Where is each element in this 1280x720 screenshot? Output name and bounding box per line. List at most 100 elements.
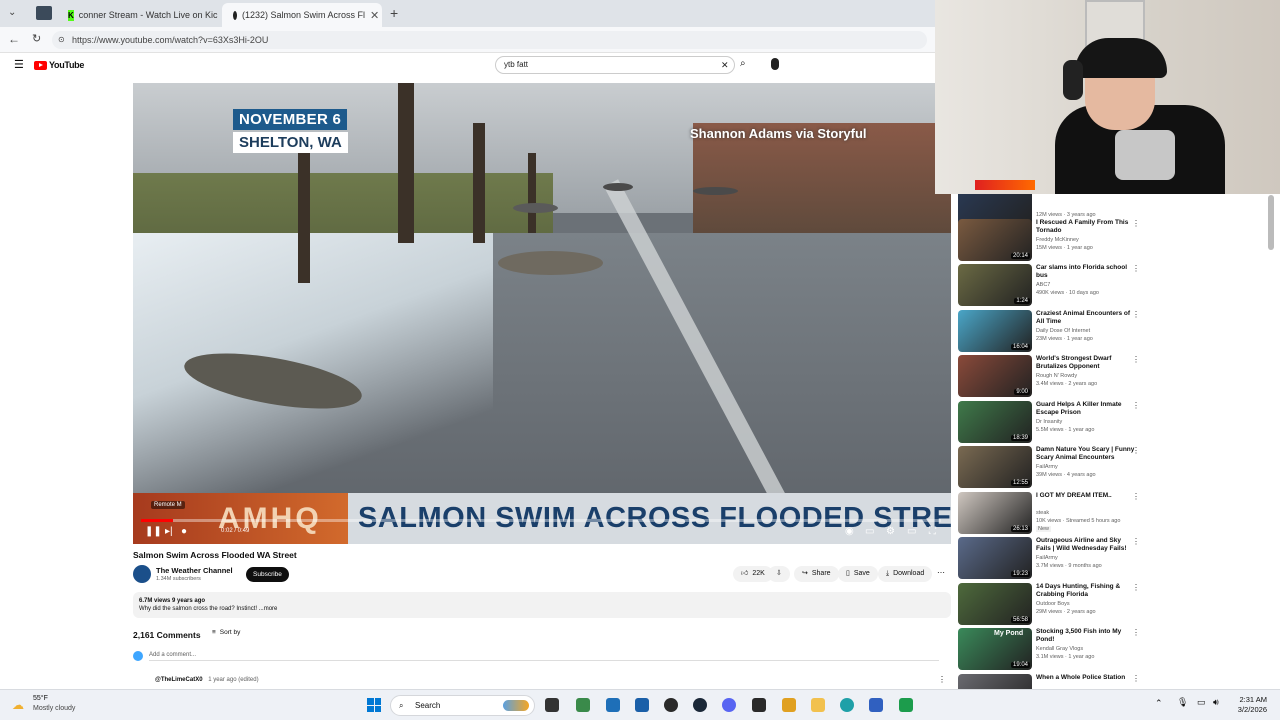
display-tray-icon[interactable]: ▭ xyxy=(1197,697,1206,708)
recommendation-title[interactable]: Outrageous Airline and Sky Fails | Wild … xyxy=(1036,537,1136,553)
add-comment-input[interactable]: Add a comment... xyxy=(149,652,939,661)
recommendation-channel[interactable]: steak xyxy=(1036,510,1049,516)
file-explorer-icon[interactable] xyxy=(811,698,825,712)
recommendation-channel[interactable]: Dr Insanity xyxy=(1036,419,1062,425)
autoplay-toggle[interactable]: ◉ xyxy=(845,526,854,537)
fullscreen-icon[interactable]: ⛶ xyxy=(929,526,936,537)
video-thumbnail[interactable]: 26:13 xyxy=(958,492,1032,534)
recommendation-channel[interactable]: Outdoor Boys xyxy=(1036,601,1070,607)
sidebar-scrollbar[interactable] xyxy=(1268,195,1274,250)
recommendation-item[interactable]: 16:04 Craziest Animal Encounters of All T… xyxy=(958,310,1148,354)
url-input[interactable]: ⊙ https://www.youtube.com/watch?v=63Xs3H… xyxy=(52,31,927,49)
more-options-icon[interactable]: ⋮ xyxy=(1132,355,1140,364)
video-thumbnail[interactable]: 1:24 xyxy=(958,264,1032,306)
save-button[interactable]: ▯ Save xyxy=(838,566,878,582)
channel-avatar[interactable] xyxy=(133,565,151,583)
next-icon[interactable]: ▸| xyxy=(165,526,173,537)
app-icon-1[interactable] xyxy=(576,698,590,712)
recommendation-item[interactable]: 12:55 Damn Nature You Scary | Funny Scary… xyxy=(958,446,1148,490)
description-box[interactable]: 6.7M views 9 years ago Why did the salmo… xyxy=(133,592,951,618)
more-options-icon[interactable]: ⋮ xyxy=(1132,264,1140,273)
app-icon-7[interactable] xyxy=(899,698,913,712)
clear-search-icon[interactable]: ✕ xyxy=(721,57,729,73)
subtitles-icon[interactable]: ▭ xyxy=(865,526,874,537)
youtube-logo[interactable]: YouTube xyxy=(34,60,84,70)
volume-icon[interactable]: ● xyxy=(181,526,187,537)
recommendation-item[interactable]: 56:58 14 Days Hunting, Fishing & Crabbing… xyxy=(958,583,1148,627)
video-thumbnail[interactable]: 56:58 xyxy=(958,583,1032,625)
app-icon-3[interactable] xyxy=(635,698,649,712)
more-options-icon[interactable]: ⋮ xyxy=(1132,446,1140,455)
app-icon-5[interactable] xyxy=(782,698,796,712)
menu-icon[interactable]: ☰ xyxy=(14,58,24,71)
recommendation-title[interactable]: Stocking 3,500 Fish into My Pond! xyxy=(1036,628,1136,644)
progress-bar[interactable] xyxy=(141,519,941,522)
recommendation-title[interactable]: 14 Days Hunting, Fishing & Crabbing Flor… xyxy=(1036,583,1136,599)
video-thumbnail[interactable]: 12:55 xyxy=(958,446,1032,488)
recommendation-channel[interactable]: Rough N' Rowdy xyxy=(1036,373,1077,379)
recommendation-item[interactable]: 19:23 Outrageous Airline and Sky Fails | … xyxy=(958,537,1148,581)
search-input[interactable]: ytb fatt ✕ xyxy=(495,56,735,74)
tab-kick-stream[interactable]: K conner Stream - Watch Live on Kic ✕ xyxy=(62,3,220,27)
clock-time[interactable]: 2:31 AM xyxy=(1237,695,1267,704)
recommendation-channel[interactable]: ABC7 xyxy=(1036,282,1050,288)
recommendation-title[interactable]: Craziest Animal Encounters of All Time xyxy=(1036,310,1136,326)
app-icon-4[interactable] xyxy=(664,698,678,712)
discord-icon[interactable] xyxy=(722,698,736,712)
windows-start-icon[interactable] xyxy=(367,698,381,712)
recommendation-item[interactable]: 1:24 Car slams into Florida school bus ABC… xyxy=(958,264,1148,308)
recommendation-item[interactable]: 9:00 World's Strongest Dwarf Brutalizes O… xyxy=(958,355,1148,399)
tray-chevron-icon[interactable]: ⌃ xyxy=(1155,698,1163,709)
recommendation-channel[interactable]: Daily Dose Of Internet xyxy=(1036,328,1090,334)
video-player[interactable]: NOVEMBER 6 SHELTON, WA Shannon Adams via… xyxy=(133,83,951,544)
weather-temp[interactable]: 55°F xyxy=(33,695,48,702)
more-options-icon[interactable]: ⋮ xyxy=(1132,310,1140,319)
close-tab-icon[interactable]: ✕ xyxy=(370,9,379,22)
video-thumbnail[interactable]: 18:39 xyxy=(958,401,1032,443)
volume-tray-icon[interactable]: 🔊︎ xyxy=(1213,697,1219,708)
tab-list-chevron-icon[interactable]: ⌄ xyxy=(8,7,16,18)
more-options-icon[interactable]: ⋮ xyxy=(1132,219,1140,228)
like-button[interactable]: 👍︎ 22K xyxy=(733,566,773,582)
more-options-icon[interactable]: ⋮ xyxy=(1132,401,1140,410)
comment-author[interactable]: @TheLimeCatX0 1 year ago (edited) xyxy=(155,677,259,683)
recommendation-title[interactable]: Car slams into Florida school bus xyxy=(1036,264,1136,280)
comment-more-icon[interactable]: ⋮ xyxy=(938,675,946,684)
recommendation-title[interactable]: Damn Nature You Scary | Funny Scary Anim… xyxy=(1036,446,1136,462)
dislike-button[interactable]: ⇩ xyxy=(768,566,790,582)
recommendation-item[interactable]: 18:39 Guard Helps A Killer Inmate Escape … xyxy=(958,401,1148,445)
theater-icon[interactable]: ▭ xyxy=(907,526,916,537)
recommendation-title[interactable]: When a Whole Police Station xyxy=(1036,674,1136,682)
channel-name[interactable]: The Weather Channel xyxy=(156,566,233,575)
more-options-icon[interactable]: ⋮ xyxy=(1132,674,1140,683)
sort-button[interactable]: ≡ Sort by xyxy=(212,629,240,636)
steam-icon[interactable] xyxy=(693,698,707,712)
video-thumbnail[interactable]: 9:00 xyxy=(958,355,1032,397)
edge-icon[interactable] xyxy=(840,698,854,712)
video-thumbnail[interactable]: My Pond 19:04 xyxy=(958,628,1032,670)
recommendation-title[interactable]: I GOT MY DREAM ITEM.. xyxy=(1036,492,1136,500)
more-options-icon[interactable]: ⋮ xyxy=(1132,537,1140,546)
video-thumbnail[interactable]: 16:04 xyxy=(958,310,1032,352)
recommendation-title[interactable]: Guard Helps A Killer Inmate Escape Priso… xyxy=(1036,401,1136,417)
more-options-icon[interactable]: ⋮ xyxy=(1132,492,1140,501)
settings-icon[interactable]: ⚙ xyxy=(886,526,895,537)
new-tab-icon[interactable]: + xyxy=(390,5,398,21)
reload-icon[interactable]: ↻ xyxy=(32,32,41,45)
pause-icon[interactable]: ❚❚ xyxy=(145,526,162,537)
site-info-icon[interactable]: ⊙ xyxy=(58,31,65,49)
download-button[interactable]: ⤓ Download xyxy=(878,566,933,582)
tab-pinned[interactable] xyxy=(36,6,52,20)
recommendation-channel[interactable]: Kendall Gray Vlogs xyxy=(1036,646,1083,652)
back-icon[interactable]: ← xyxy=(8,32,20,46)
recommendation-title[interactable]: I Rescued A Family From This Tornado xyxy=(1036,219,1136,235)
mic-icon[interactable] xyxy=(771,58,779,70)
tab-youtube-video[interactable]: (1232) Salmon Swim Across Fl ✕ xyxy=(222,3,382,27)
more-options-icon[interactable]: ⋮ xyxy=(1132,583,1140,592)
recommendation-channel[interactable]: FailArmy xyxy=(1036,555,1058,561)
search-icon[interactable]: ⌕ xyxy=(740,58,746,69)
recommendation-item[interactable]: My Pond 19:04 Stocking 3,500 Fish into My … xyxy=(958,628,1148,672)
mic-tray-icon[interactable]: 🎙︎ xyxy=(1177,697,1188,708)
video-thumbnail[interactable]: 19:23 xyxy=(958,537,1032,579)
more-actions-icon[interactable]: ⋯ xyxy=(937,568,945,577)
